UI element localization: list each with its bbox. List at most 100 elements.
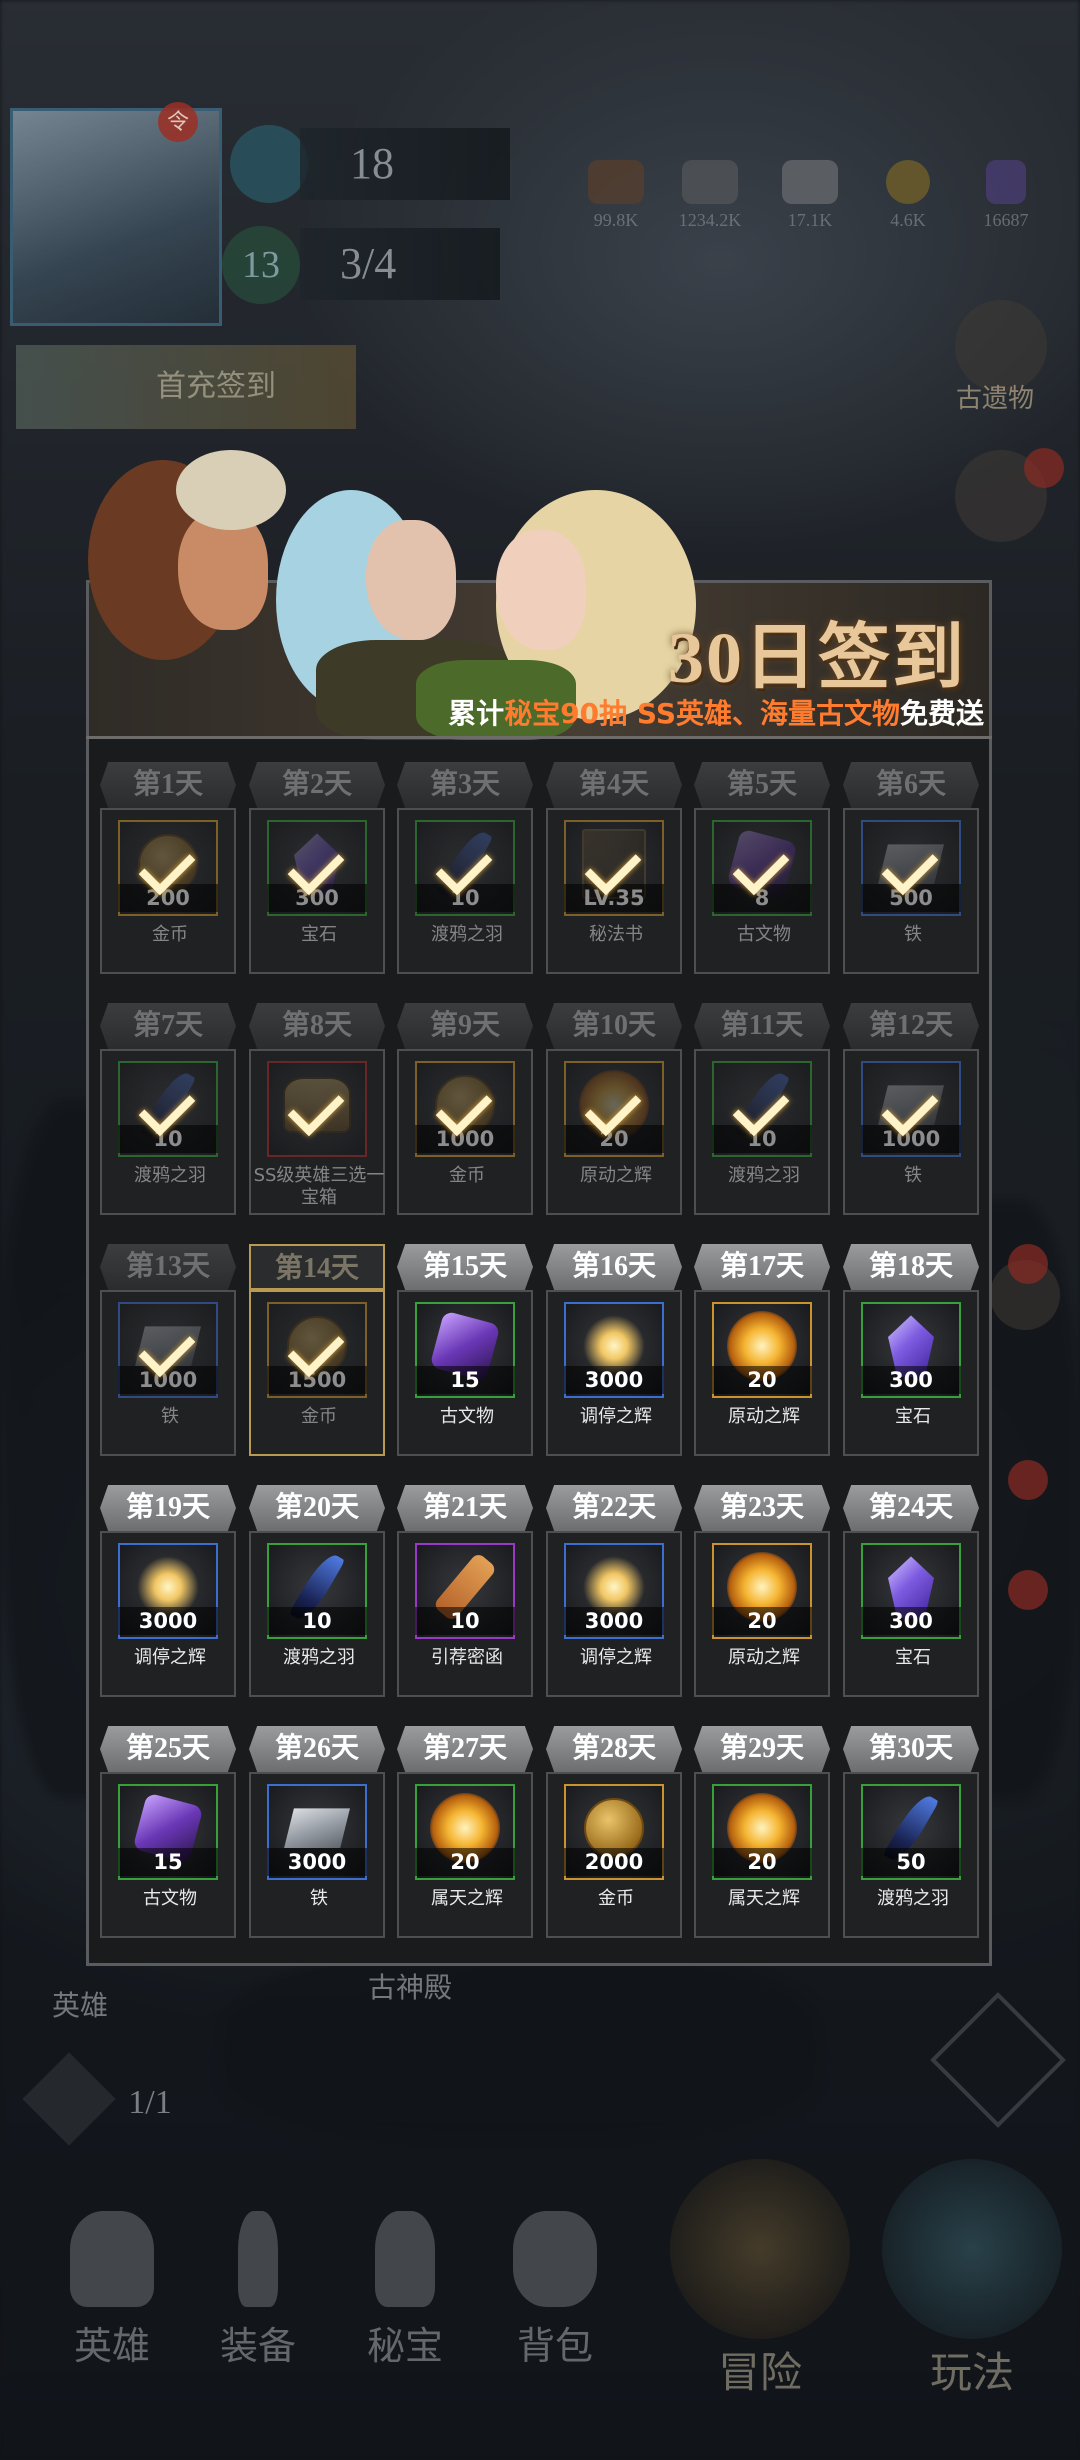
reward-name: SS级英雄三选一宝箱 bbox=[253, 1165, 385, 1208]
notification-badge bbox=[1024, 448, 1064, 488]
signin-day-cell[interactable]: 第4天 LV.35 秘法书 bbox=[546, 762, 682, 974]
reward-quantity: 3000 bbox=[564, 1366, 664, 1394]
signin-day-cell[interactable]: 第30天 50 渡鸦之羽 bbox=[843, 1726, 979, 1938]
reward-name: 调停之辉 bbox=[134, 1647, 206, 1668]
signin-day-cell[interactable]: 第3天 10 渡鸦之羽 bbox=[397, 762, 533, 974]
signin-day-cell[interactable]: 第24天 300 宝石 bbox=[843, 1485, 979, 1697]
subtitle-mid bbox=[627, 697, 637, 730]
claimed-check-icon bbox=[881, 1081, 939, 1117]
signin-day-cell[interactable]: 第1天 200 金币 bbox=[100, 762, 236, 974]
reward-card: 3000 铁 bbox=[249, 1772, 385, 1938]
signin-day-cell[interactable]: 第16天 3000 调停之辉 bbox=[546, 1244, 682, 1456]
signin-day-cell[interactable]: 第20天 10 渡鸦之羽 bbox=[249, 1485, 385, 1697]
reward-card: 10 渡鸦之羽 bbox=[694, 1049, 830, 1215]
reward-card: 1000 铁 bbox=[100, 1290, 236, 1456]
day-label: 第10天 bbox=[546, 1003, 682, 1049]
reward-name: 属天之辉 bbox=[431, 1888, 503, 1909]
nav-equipment[interactable]: 装备 bbox=[198, 2211, 318, 2370]
reward-quantity: 20 bbox=[712, 1848, 812, 1876]
signin-day-cell[interactable]: 第6天 500 铁 bbox=[843, 762, 979, 974]
reward-card: 10 引荐密函 bbox=[397, 1531, 533, 1697]
day-label: 第12天 bbox=[843, 1003, 979, 1049]
build-queue-counter: 1/1 bbox=[128, 2084, 172, 2121]
nav-treasure[interactable]: 秘宝 bbox=[345, 2211, 465, 2370]
signin-day-cell[interactable]: 第19天 3000 调停之辉 bbox=[100, 1485, 236, 1697]
reward-quantity: 3000 bbox=[267, 1848, 367, 1876]
reward-card: 300 宝石 bbox=[843, 1531, 979, 1697]
signin-day-cell[interactable]: 第18天 300 宝石 bbox=[843, 1244, 979, 1456]
reward-card: 20 属天之辉 bbox=[397, 1772, 533, 1938]
claimed-check-icon bbox=[287, 1081, 345, 1117]
day-label: 第4天 bbox=[546, 762, 682, 808]
claimed-check-icon bbox=[584, 1081, 642, 1117]
nav-bag[interactable]: 背包 bbox=[495, 2211, 615, 2370]
hero-portrait[interactable] bbox=[10, 108, 222, 326]
day-label: 第23天 bbox=[694, 1485, 830, 1531]
wood-icon bbox=[588, 160, 644, 204]
reward-name: 原动之辉 bbox=[728, 1406, 800, 1427]
reward-quantity: 20 bbox=[712, 1366, 812, 1394]
subtitle-highlight-2: SS英雄、海量古文物 bbox=[636, 697, 900, 730]
reward-name: 调停之辉 bbox=[580, 1647, 652, 1668]
compass-icon[interactable] bbox=[230, 125, 308, 203]
day-label: 第27天 bbox=[397, 1726, 533, 1772]
signin-day-cell[interactable]: 第25天 15 古文物 bbox=[100, 1726, 236, 1938]
resource-wood[interactable]: 99.8K bbox=[578, 160, 654, 231]
reward-quantity: 500 bbox=[861, 884, 961, 912]
day-label: 第9天 bbox=[397, 1003, 533, 1049]
signin-day-cell[interactable]: 第8天 SS级英雄三选一宝箱 bbox=[249, 1003, 385, 1215]
signin-day-cell[interactable]: 第17天 20 原动之辉 bbox=[694, 1244, 830, 1456]
day-label: 第15天 bbox=[397, 1244, 533, 1290]
signin-day-cell[interactable]: 第21天 10 引荐密函 bbox=[397, 1485, 533, 1697]
reward-name: 渡鸦之羽 bbox=[877, 1888, 949, 1909]
reward-name: 铁 bbox=[161, 1406, 179, 1427]
resource-stone[interactable]: 1234.2K bbox=[672, 160, 748, 231]
signin-day-cell[interactable]: 第11天 10 渡鸦之羽 bbox=[694, 1003, 830, 1215]
signin-day-cell[interactable]: 第12天 1000 铁 bbox=[843, 1003, 979, 1215]
resource-iron[interactable]: 17.1K bbox=[772, 160, 848, 231]
reward-quantity: 10 bbox=[118, 1125, 218, 1153]
level-gem-icon[interactable]: 13 bbox=[222, 226, 300, 304]
signin-day-cell[interactable]: 第2天 300 宝石 bbox=[249, 762, 385, 974]
signin-day-cell[interactable]: 第9天 1000 金币 bbox=[397, 1003, 533, 1215]
reward-quantity: 1000 bbox=[118, 1366, 218, 1394]
reward-name: 铁 bbox=[310, 1888, 328, 1909]
signin-day-cell[interactable]: 第15天 15 古文物 bbox=[397, 1244, 533, 1456]
crossed-swords-icon bbox=[670, 2159, 850, 2339]
hero-icon bbox=[70, 2211, 154, 2307]
signin-day-cell[interactable]: 第28天 2000 金币 bbox=[546, 1726, 682, 1938]
day-label: 第3天 bbox=[397, 762, 533, 808]
resource-gem[interactable]: 16687 bbox=[968, 160, 1044, 231]
reward-quantity: 8 bbox=[712, 884, 812, 912]
nav-label: 背包 bbox=[516, 2326, 593, 2368]
reward-card: 15 古文物 bbox=[397, 1290, 533, 1456]
reward-card: 3000 调停之辉 bbox=[100, 1531, 236, 1697]
signin-day-cell[interactable]: 第29天 20 属天之辉 bbox=[694, 1726, 830, 1938]
signin-day-cell[interactable]: 第10天 20 原动之辉 bbox=[546, 1003, 682, 1215]
signin-day-cell[interactable]: 第23天 20 原动之辉 bbox=[694, 1485, 830, 1697]
bag-icon bbox=[513, 2211, 597, 2307]
signin-day-cell[interactable]: 第22天 3000 调停之辉 bbox=[546, 1485, 682, 1697]
nav-heroes[interactable]: 英雄 bbox=[52, 2211, 172, 2370]
signin-day-cell[interactable]: 第27天 20 属天之辉 bbox=[397, 1726, 533, 1938]
resource-gold[interactable]: 4.6K bbox=[870, 160, 946, 231]
signin-day-cell[interactable]: 第7天 10 渡鸦之羽 bbox=[100, 1003, 236, 1215]
reward-card: 20 原动之辉 bbox=[694, 1290, 830, 1456]
claimed-check-icon bbox=[435, 840, 493, 876]
nav-play[interactable]: 玩法 bbox=[872, 2159, 1072, 2400]
signin-day-cell[interactable]: 第13天 1000 铁 bbox=[100, 1244, 236, 1456]
reward-name: 金币 bbox=[598, 1888, 634, 1909]
signin-day-cell[interactable]: 第5天 8 古文物 bbox=[694, 762, 830, 974]
signin-day-cell[interactable]: 第14天 1500 金币 bbox=[249, 1244, 385, 1456]
iron-icon bbox=[782, 160, 838, 204]
day-label: 第16天 bbox=[546, 1244, 682, 1290]
bottom-nav: 英雄 装备 秘宝 背包 冒险 玩法 bbox=[0, 2140, 1080, 2460]
signin-day-cell[interactable]: 第26天 3000 铁 bbox=[249, 1726, 385, 1938]
notification-badge bbox=[1008, 1244, 1048, 1284]
hero-shortcut-label: 英雄 bbox=[51, 1991, 108, 2022]
nav-adventure[interactable]: 冒险 bbox=[660, 2159, 860, 2400]
reward-card: 1000 金币 bbox=[397, 1049, 533, 1215]
day-label: 第30天 bbox=[843, 1726, 979, 1772]
reward-name: 铁 bbox=[904, 1165, 922, 1186]
stat-value-1: 18 bbox=[350, 139, 394, 188]
